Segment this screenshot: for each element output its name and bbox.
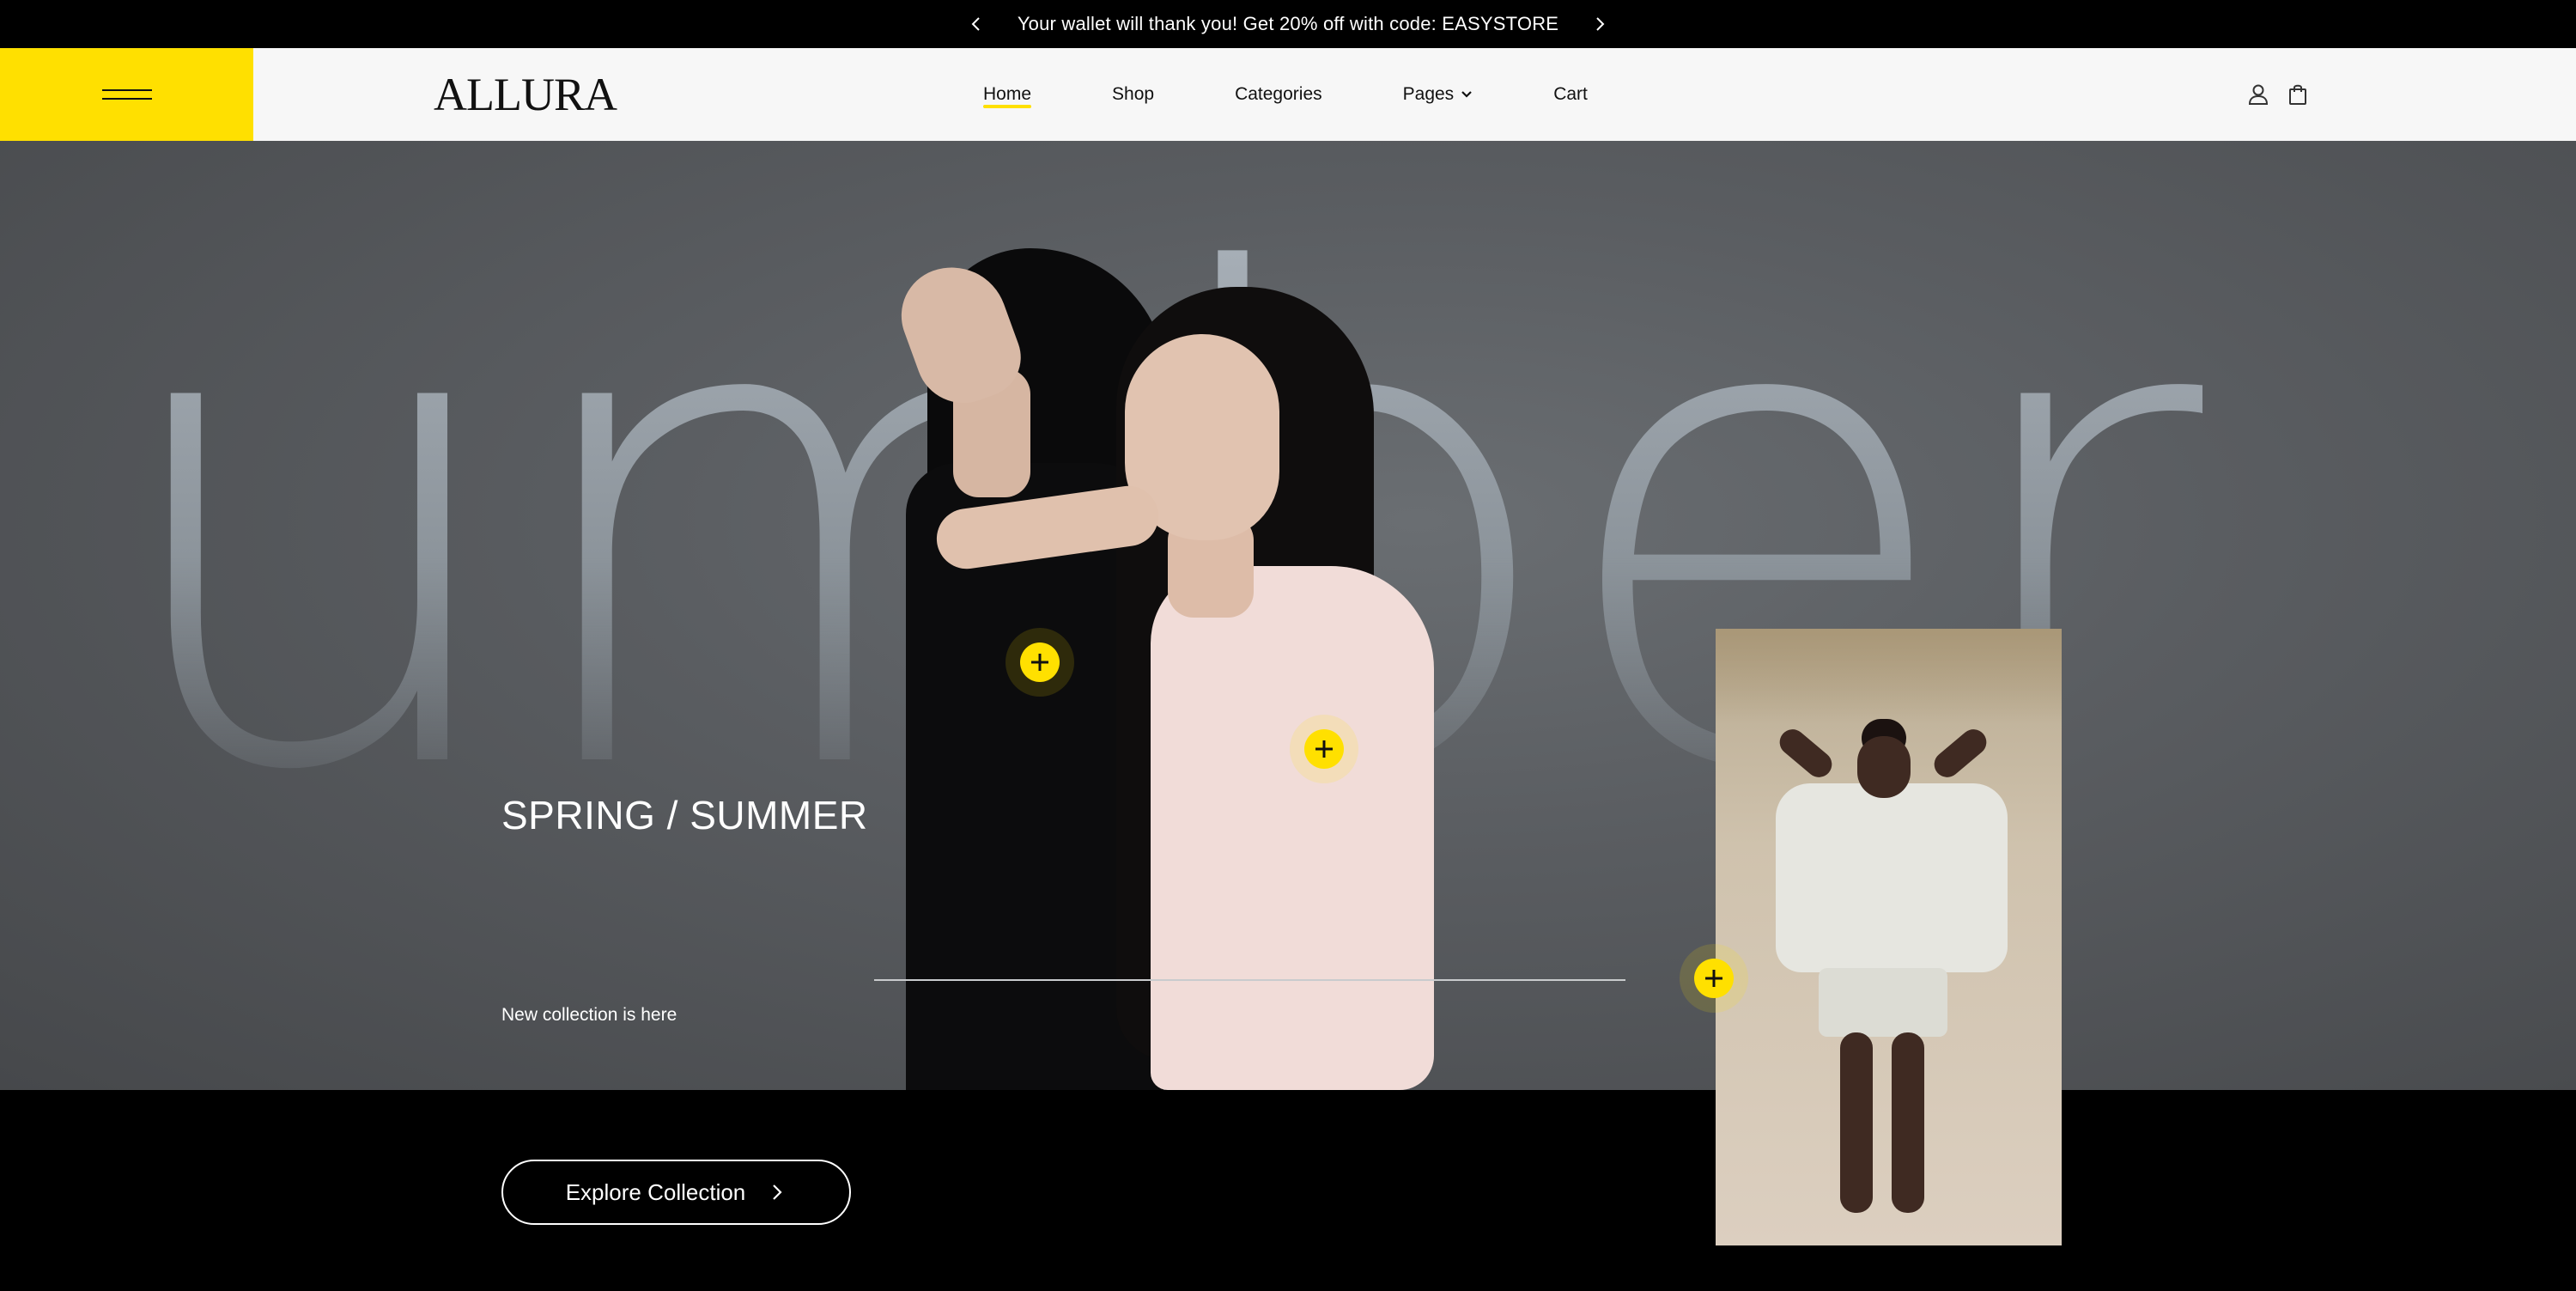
hero-title: SPRING / SUMMER — [501, 793, 868, 837]
chevron-right-icon — [773, 1184, 782, 1200]
announcement-prev-button[interactable] — [959, 7, 993, 41]
hero-divider — [874, 979, 1625, 981]
menu-button[interactable] — [0, 48, 253, 141]
site-header: ALLURA Home Shop Categories Pages Cart — [0, 48, 2576, 141]
user-icon[interactable] — [2245, 82, 2271, 107]
shopping-bag-icon[interactable] — [2285, 82, 2311, 107]
announcement-next-button[interactable] — [1583, 7, 1617, 41]
nav-home[interactable]: Home — [983, 48, 1032, 141]
product-hotspot-2[interactable] — [1290, 715, 1358, 783]
plus-icon — [1705, 970, 1722, 987]
explore-collection-label: Explore Collection — [565, 1178, 746, 1205]
nav-cart[interactable]: Cart — [1553, 48, 1588, 141]
announcement-message: Your wallet will thank you! Get 20% off … — [1017, 13, 1559, 34]
nav-cart-label: Cart — [1553, 84, 1588, 104]
nav-pages[interactable]: Pages — [1403, 48, 1473, 141]
plus-icon — [1315, 740, 1333, 758]
hero-model-image — [888, 240, 1443, 1090]
product-hotspot-3[interactable] — [1680, 944, 1748, 1013]
product-hotspot-1[interactable] — [1005, 628, 1074, 697]
main-nav: Home Shop Categories Pages Cart — [945, 48, 1588, 141]
featured-product-image[interactable] — [1716, 629, 2062, 1245]
site-logo[interactable]: ALLURA — [434, 67, 617, 122]
hero-banner: umber — [0, 141, 2576, 1090]
chevron-left-icon — [971, 17, 980, 31]
chevron-right-icon — [1596, 17, 1605, 31]
nav-categories-label: Categories — [1235, 84, 1322, 104]
hero-subtitle: New collection is here — [501, 1005, 677, 1025]
nav-pages-label: Pages — [1402, 84, 1455, 104]
explore-collection-button[interactable]: Explore Collection — [501, 1160, 851, 1225]
nav-categories[interactable]: Categories — [1235, 48, 1322, 141]
hamburger-icon — [101, 89, 152, 100]
announcement-bar: Your wallet will thank you! Get 20% off … — [0, 0, 2576, 48]
chevron-down-icon — [1461, 91, 1472, 98]
nav-shop-label: Shop — [1112, 84, 1155, 104]
nav-shop[interactable]: Shop — [1112, 48, 1154, 141]
header-icons — [2245, 48, 2324, 141]
plus-icon — [1031, 654, 1048, 671]
nav-home-label: Home — [983, 84, 1032, 104]
